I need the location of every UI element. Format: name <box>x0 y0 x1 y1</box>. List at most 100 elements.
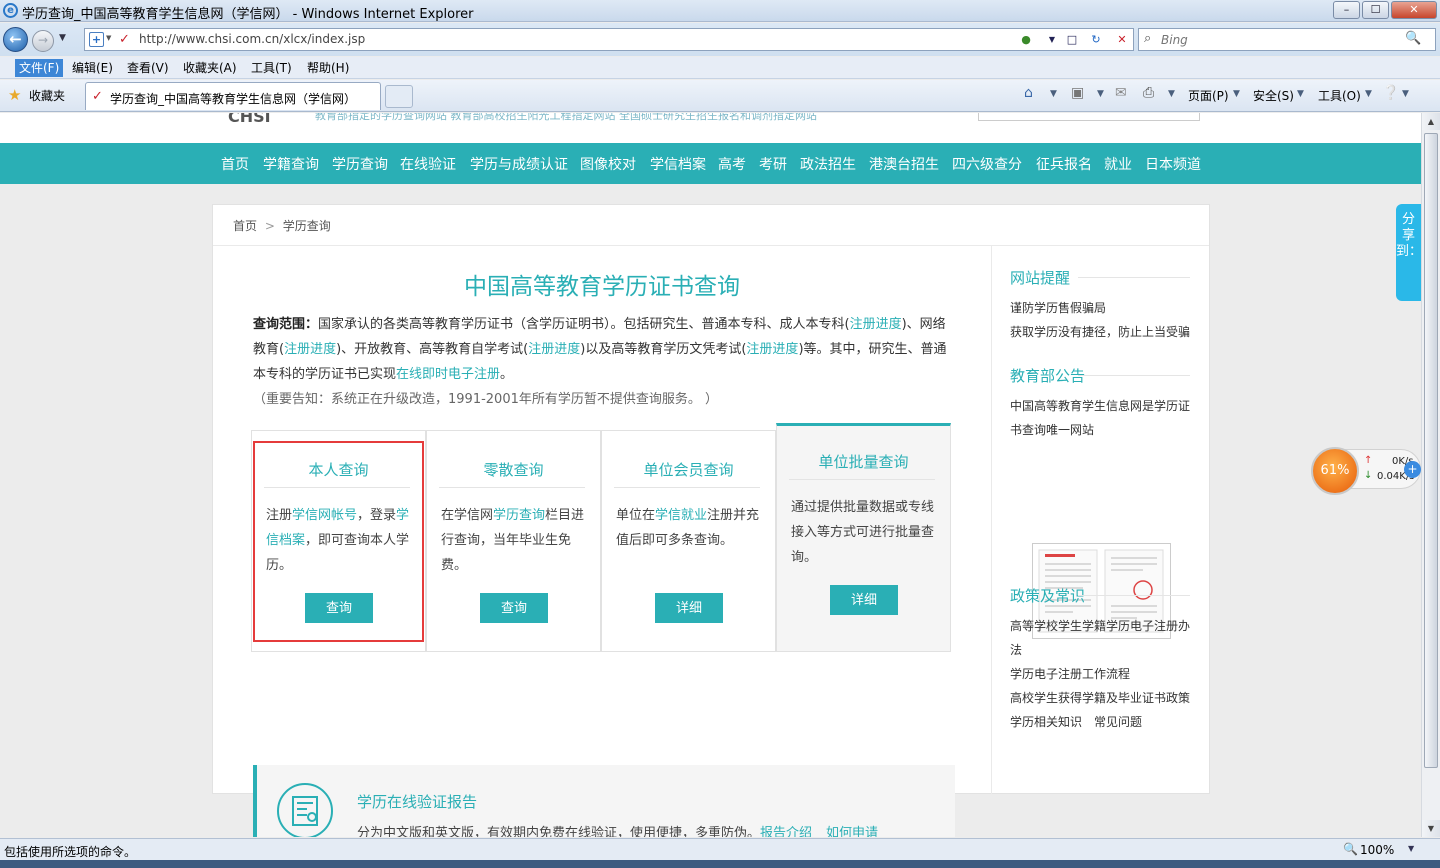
zoom-icon[interactable]: 🔍 <box>1343 842 1358 856</box>
degree-query-link[interactable]: 学历查询 <box>493 508 545 523</box>
security-status-icon[interactable]: ● <box>1017 31 1035 48</box>
how-to-apply-link[interactable]: 如何申请 <box>826 826 878 837</box>
search-box[interactable]: ⌕ 🔍 <box>1138 28 1436 51</box>
rss-dropdown-icon[interactable]: ▼ <box>1097 89 1104 99</box>
report-desc-text: 分为中文版和英文版，有效期内免费在线验证，使用便捷，多重防伪。 <box>357 826 761 837</box>
page-dropdown-icon[interactable]: ▼ <box>1233 89 1240 99</box>
url-text[interactable]: http://www.chsi.com.cn/xlcx/index.jsp <box>139 32 365 46</box>
safety-dropdown-icon[interactable]: ▼ <box>1297 89 1304 99</box>
scrollbar-thumb[interactable] <box>1424 133 1438 768</box>
zoom-level[interactable]: 100% <box>1360 843 1394 857</box>
nav-item[interactable]: 学历与成绩认证 <box>470 154 568 174</box>
nav-item[interactable]: 在线验证 <box>400 154 456 174</box>
share-widget[interactable]: 分享到： <box>1396 204 1421 301</box>
search-go-icon[interactable]: 🔍 <box>1405 31 1421 46</box>
tab-title[interactable]: 学历查询_中国高等教育学生信息网（学信网） <box>110 90 356 107</box>
sidebar-link[interactable]: 学历相关知识 <box>1010 715 1082 729</box>
report-intro-link[interactable]: 报告介绍 <box>760 826 812 837</box>
menu-bar: 文件(F) 编辑(E) 查看(V) 收藏夹(A) 工具(T) 帮助(H) <box>0 57 1440 79</box>
help-dropdown-icon[interactable]: ▼ <box>1402 89 1409 99</box>
e-register-link[interactable]: 在线即时电子注册 <box>396 367 500 382</box>
sidebar-reminders: 网站提醒 谨防学历售假骗局 获取学历没有捷径，防止上当受骗 <box>1010 267 1190 344</box>
sidebar-link[interactable]: 谨防学历售假骗局 <box>1010 296 1190 320</box>
favorites-button[interactable]: 收藏夹 <box>29 87 65 104</box>
maximize-button[interactable]: ☐ <box>1362 1 1389 19</box>
sidebar-link[interactable]: 中国高等教育学生信息网是学历证书查询唯一网站 <box>1010 394 1190 442</box>
menu-favorites[interactable]: 收藏夹(A) <box>179 59 241 77</box>
breadcrumb-home[interactable]: 首页 <box>233 219 257 233</box>
print-dropdown-icon[interactable]: ▼ <box>1168 89 1175 99</box>
sidebar-heading: 政策及常识 <box>1010 585 1190 606</box>
bing-search-icon: ⌕ <box>1144 31 1152 46</box>
mail-icon[interactable]: ✉ <box>1115 85 1127 101</box>
progress-link[interactable]: 注册进度 <box>746 342 798 357</box>
menu-view[interactable]: 查看(V) <box>123 59 173 77</box>
member-detail-button[interactable]: 详细 <box>655 593 723 623</box>
memory-usage-ball[interactable]: 61% <box>1311 447 1359 495</box>
sidebar-link[interactable]: 常见问题 <box>1094 715 1142 729</box>
search-input[interactable] <box>1161 31 1401 48</box>
address-bar[interactable]: + ▼ ✓ http://www.chsi.com.cn/xlcx/index.… <box>84 28 1134 51</box>
sidebar-link[interactable]: 高等学校学生学籍学历电子注册办法 <box>1010 614 1190 662</box>
compat-view-button-icon[interactable]: □ <box>1063 31 1081 48</box>
progress-link[interactable]: 注册进度 <box>284 342 336 357</box>
tools-dropdown-icon[interactable]: ▼ <box>1365 89 1372 99</box>
minimize-button[interactable]: – <box>1333 1 1360 19</box>
nav-item[interactable]: 学历查询 <box>332 154 388 174</box>
recent-pages-dropdown[interactable]: ▼ <box>59 33 66 43</box>
expand-plus-icon[interactable]: + <box>1404 461 1421 478</box>
nav-item[interactable]: 首页 <box>221 154 249 174</box>
scroll-up-icon[interactable]: ▲ <box>1422 113 1440 130</box>
close-button[interactable]: ✕ <box>1391 1 1437 19</box>
chsi-jobs-link[interactable]: 学信就业 <box>655 508 707 523</box>
favorites-star-icon[interactable]: ★ <box>8 86 21 104</box>
address-dropdown-icon[interactable]: ▼ <box>1043 31 1061 48</box>
web-page: CHSI 教育部指定的学历查询网站 教育部高校招生阳光工程指定网站 全国硕士研究… <box>0 113 1421 837</box>
compat-view-icon[interactable]: + <box>89 32 104 47</box>
menu-edit[interactable]: 编辑(E) <box>68 59 117 77</box>
site-search-input[interactable] <box>978 113 1200 121</box>
sidebar-link[interactable]: 高校学生获得学籍及毕业证书政策 <box>1010 686 1190 710</box>
browser-tab[interactable]: ✓ 学历查询_中国高等教育学生信息网（学信网） <box>85 82 381 110</box>
nav-item[interactable]: 日本频道 <box>1145 154 1201 174</box>
home-icon[interactable]: ⌂ <box>1024 85 1033 101</box>
important-notice: （重要告知：系统正在升级改造，1991-2001年所有学历暂不提供查询服务。 ） <box>253 392 718 407</box>
help-icon[interactable]: ❔ <box>1382 85 1399 101</box>
stop-icon[interactable]: ✕ <box>1113 31 1131 48</box>
nav-item[interactable]: 学信档案 <box>650 154 706 174</box>
menu-help[interactable]: 帮助(H) <box>303 59 353 77</box>
nav-item[interactable]: 征兵报名 <box>1036 154 1092 174</box>
home-dropdown-icon[interactable]: ▼ <box>1050 89 1057 99</box>
progress-link[interactable]: 注册进度 <box>850 317 902 332</box>
compat-dropdown-icon[interactable]: ▼ <box>106 34 111 42</box>
single-query-button[interactable]: 查询 <box>480 593 548 623</box>
tools-menu-button[interactable]: 工具(O) <box>1318 87 1361 104</box>
nav-item[interactable]: 就业 <box>1104 154 1132 174</box>
nav-item[interactable]: 考研 <box>759 154 787 174</box>
menu-tools[interactable]: 工具(T) <box>247 59 296 77</box>
vertical-scrollbar[interactable]: ▲ ▼ <box>1421 113 1440 837</box>
new-tab-button[interactable] <box>385 85 413 108</box>
refresh-icon[interactable]: ↻ <box>1087 31 1105 48</box>
sidebar-link[interactable]: 学历电子注册工作流程 <box>1010 662 1190 686</box>
nav-item[interactable]: 图像校对 <box>580 154 636 174</box>
nav-item[interactable]: 政法招生 <box>800 154 856 174</box>
print-icon[interactable]: ⎙ <box>1143 85 1154 101</box>
site-logo[interactable]: CHSI <box>228 113 271 126</box>
back-button[interactable]: ← <box>3 27 28 52</box>
menu-file[interactable]: 文件(F) <box>15 59 64 77</box>
forward-button[interactable]: → <box>32 30 54 52</box>
progress-link[interactable]: 注册进度 <box>528 342 580 357</box>
safety-menu-button[interactable]: 安全(S) <box>1253 87 1294 104</box>
zoom-dropdown-icon[interactable]: ▼ <box>1408 844 1414 853</box>
nav-item[interactable]: 学籍查询 <box>263 154 319 174</box>
batch-detail-button[interactable]: 详细 <box>830 585 898 615</box>
sidebar-link[interactable]: 获取学历没有捷径，防止上当受骗 <box>1010 320 1190 344</box>
rss-feed-icon[interactable]: ▣ <box>1071 85 1084 101</box>
nav-item[interactable]: 港澳台招生 <box>869 154 939 174</box>
report-title[interactable]: 学历在线验证报告 <box>357 791 477 812</box>
nav-item[interactable]: 高考 <box>718 154 746 174</box>
nav-item[interactable]: 四六级查分 <box>952 154 1022 174</box>
scroll-down-icon[interactable]: ▼ <box>1422 820 1440 837</box>
page-menu-button[interactable]: 页面(P) <box>1188 87 1229 104</box>
